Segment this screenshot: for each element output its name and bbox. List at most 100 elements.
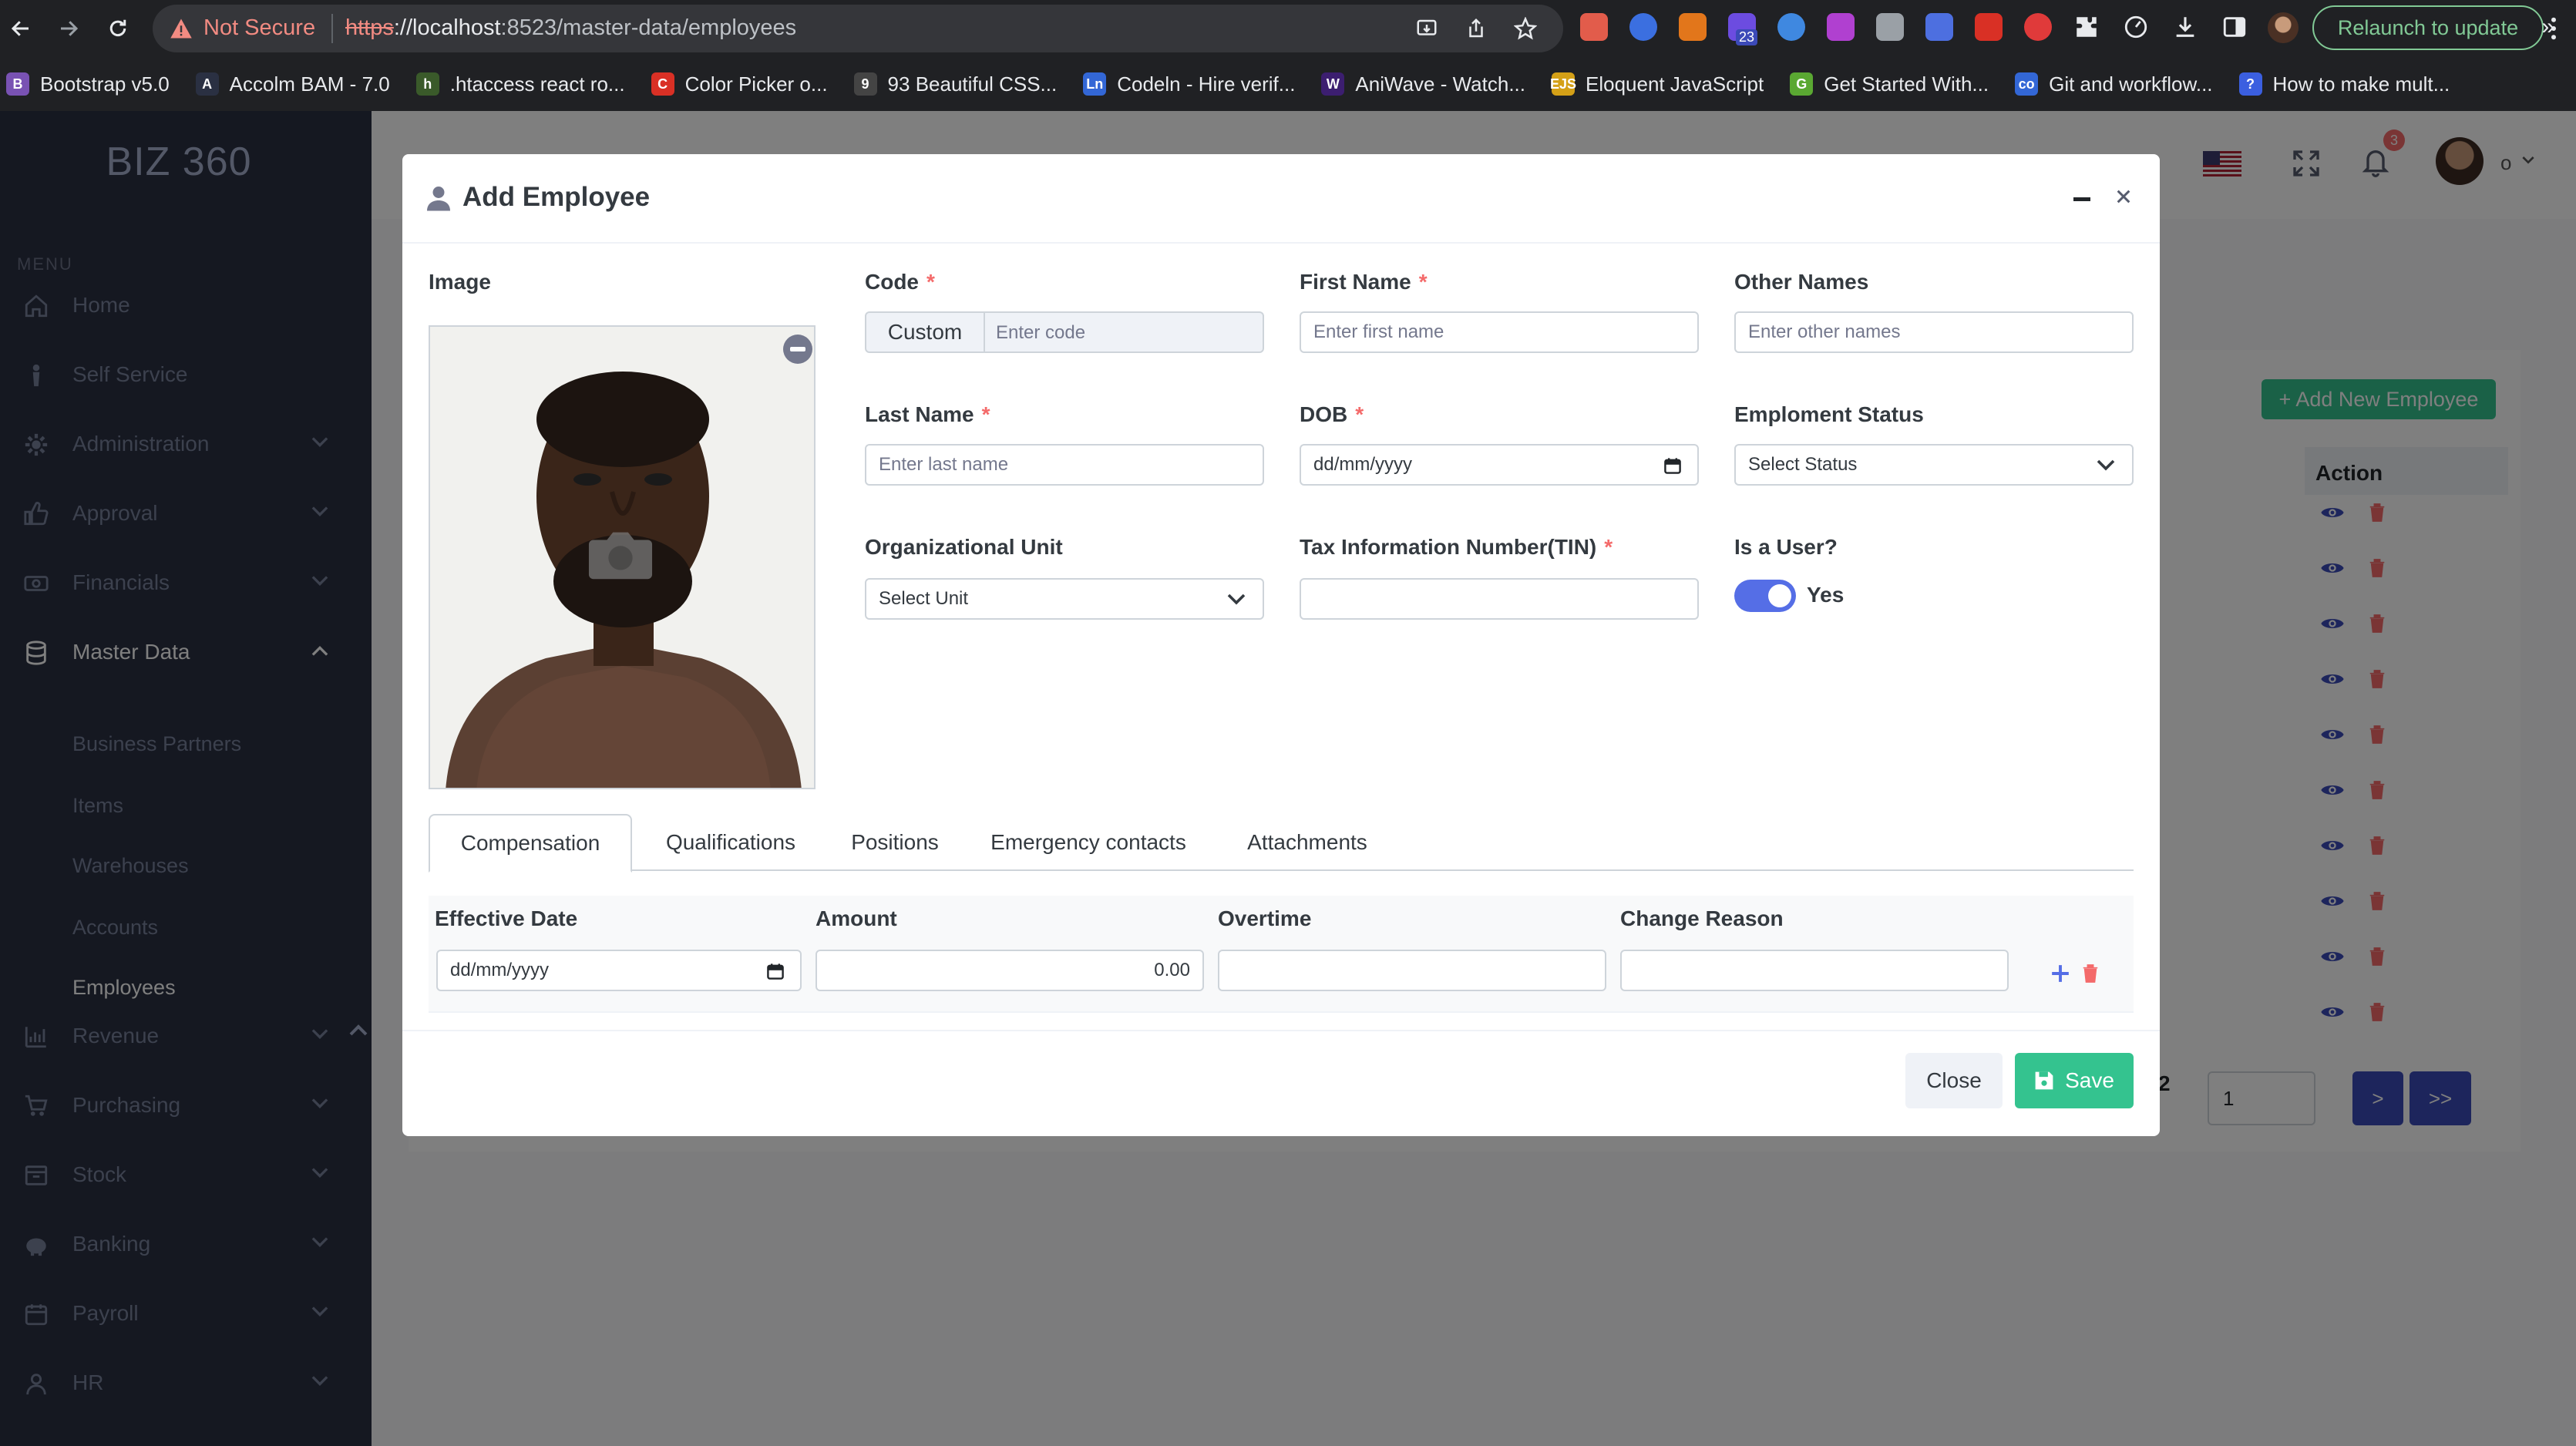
- user-icon: [427, 187, 450, 211]
- profile-avatar[interactable]: [2268, 12, 2299, 43]
- extension-icon[interactable]: [1925, 13, 1953, 41]
- overtime-input[interactable]: [1218, 950, 1606, 991]
- share-icon[interactable]: [1465, 17, 1488, 40]
- metamask-icon[interactable]: [1679, 13, 1707, 41]
- bookmark-label: How to make mult...: [2272, 72, 2450, 96]
- employment-status-value: Select Status: [1748, 454, 1858, 475]
- bookmark-item[interactable]: A Accolm BAM - 7.0: [195, 72, 390, 96]
- dob-label: DOB *: [1300, 402, 1364, 426]
- code-input[interactable]: Enter code: [996, 322, 1085, 344]
- address-bar[interactable]: Not Secure https://localhost:8523/master…: [153, 5, 1563, 52]
- bookmark-item[interactable]: C Color Picker o...: [651, 72, 828, 96]
- reload-icon[interactable]: [100, 11, 136, 46]
- other-names-input[interactable]: Enter other names: [1734, 311, 2134, 353]
- employee-detail-tabs: Compensation Qualifications Positions Em…: [429, 814, 2134, 873]
- org-unit-select[interactable]: Select Unit: [865, 578, 1264, 620]
- bookmark-item[interactable]: W AniWave - Watch...: [1321, 72, 1525, 96]
- is-user-toggle[interactable]: [1734, 580, 1796, 612]
- bookmark-favicon: 9: [853, 72, 877, 96]
- bookmarks-bar: B Bootstrap v5.0 A Accolm BAM - 7.0 h .htacce…: [0, 57, 2576, 111]
- browser-toolbar: Not Secure https://localhost:8523/master…: [0, 0, 2576, 57]
- column-header: Effective Date: [435, 906, 578, 930]
- extension-icon[interactable]: [1876, 13, 1904, 41]
- bookmark-favicon: W: [1321, 72, 1345, 96]
- first-name-input[interactable]: Enter first name: [1300, 311, 1699, 353]
- bookmark-label: Accolm BAM - 7.0: [229, 72, 390, 96]
- amount-input[interactable]: 0.00: [816, 950, 1204, 991]
- calendar-icon[interactable]: [1663, 456, 1682, 475]
- bookmark-favicon: A: [195, 72, 219, 96]
- tab-qualifications[interactable]: Qualifications: [632, 814, 829, 871]
- column-header: Amount: [816, 906, 897, 930]
- org-unit-value: Select Unit: [879, 588, 969, 609]
- tab-positions[interactable]: Positions: [829, 814, 960, 871]
- modal-footer-divider: [402, 1030, 2160, 1031]
- extension-icon[interactable]: [2024, 13, 2052, 41]
- other-names-label: Other Names: [1734, 270, 1869, 294]
- forward-icon[interactable]: [51, 11, 86, 46]
- download-icon[interactable]: [2172, 14, 2198, 40]
- change-reason-input[interactable]: [1620, 950, 2009, 991]
- bookmark-favicon: G: [1790, 72, 1814, 96]
- bookmark-item[interactable]: B Bootstrap v5.0: [6, 72, 170, 96]
- bookmark-label: AniWave - Watch...: [1355, 72, 1525, 96]
- bookmark-star-icon[interactable]: [1514, 17, 1537, 40]
- bookmark-item[interactable]: co Git and workflow...: [2015, 72, 2213, 96]
- column-header: Overtime: [1218, 906, 1312, 930]
- bookmark-item[interactable]: 9 93 Beautiful CSS...: [853, 72, 1058, 96]
- extension-icon[interactable]: [1975, 13, 2003, 41]
- close-icon[interactable]: [2115, 188, 2132, 205]
- performance-icon[interactable]: [2123, 14, 2149, 40]
- tab-emergency-contacts[interactable]: Emergency contacts: [960, 814, 1216, 871]
- dob-input[interactable]: dd/mm/yyyy: [1300, 444, 1699, 486]
- extension-icon[interactable]: [1777, 13, 1805, 41]
- code-custom-addon[interactable]: Custom: [866, 313, 985, 351]
- tab-compensation[interactable]: Compensation: [429, 814, 632, 873]
- modal-header: Add Employee: [402, 154, 2160, 244]
- employment-status-select[interactable]: Select Status: [1734, 444, 2134, 486]
- side-panel-icon[interactable]: [2221, 14, 2248, 40]
- back-icon[interactable]: [3, 11, 39, 46]
- puzzle-icon[interactable]: [2073, 14, 2100, 40]
- chevron-down-icon: [1227, 594, 1246, 605]
- bookmark-favicon: EJS: [1550, 72, 1576, 96]
- bookmark-label: Eloquent JavaScript: [1586, 72, 1764, 96]
- install-app-icon[interactable]: [1415, 17, 1438, 40]
- bookmarks-overflow[interactable]: »: [2541, 14, 2554, 40]
- bookmark-item[interactable]: G Get Started With...: [1790, 72, 1989, 96]
- remove-photo-icon[interactable]: [783, 335, 812, 364]
- close-button[interactable]: Close: [1905, 1053, 2003, 1108]
- bookmark-label: .htaccess react ro...: [449, 72, 625, 96]
- bookmark-label: 93 Beautiful CSS...: [887, 72, 1058, 96]
- relaunch-button[interactable]: Relaunch to update: [2312, 5, 2544, 50]
- trash-icon[interactable]: [2081, 963, 2100, 984]
- not-secure-label[interactable]: Not Secure: [203, 15, 315, 41]
- add-row-icon[interactable]: [2050, 963, 2070, 984]
- calendar-icon[interactable]: [766, 962, 785, 980]
- bookmark-favicon: co: [2015, 72, 2039, 96]
- tin-input[interactable]: [1300, 578, 1699, 620]
- bookmark-favicon: C: [651, 72, 674, 96]
- bookmark-favicon: ?: [2238, 72, 2262, 96]
- extension-icon[interactable]: [1580, 13, 1608, 41]
- bookmark-item[interactable]: EJS Eloquent JavaScript: [1550, 72, 1764, 96]
- url-text[interactable]: https://localhost:8523/master-data/emplo…: [345, 15, 796, 41]
- extension-icon[interactable]: [1629, 13, 1657, 41]
- add-employee-modal: Add Employee Image Code * Custom Enter co…: [402, 154, 2160, 1136]
- save-button[interactable]: Save: [2015, 1053, 2134, 1108]
- first-name-label: First Name *: [1300, 270, 1428, 294]
- modal-title: Add Employee: [462, 182, 651, 212]
- last-name-input[interactable]: Enter last name: [865, 444, 1264, 486]
- save-icon: [2035, 1071, 2053, 1090]
- effective-date-input[interactable]: dd/mm/yyyy: [436, 950, 802, 991]
- camera-icon[interactable]: [587, 527, 654, 583]
- extension-icon[interactable]: [1827, 13, 1855, 41]
- tab-attachments[interactable]: Attachments: [1216, 814, 1398, 871]
- last-name-label: Last Name *: [865, 402, 990, 426]
- bookmark-item[interactable]: Ln Codeln - Hire verif...: [1083, 72, 1295, 96]
- bookmark-item[interactable]: ? How to make mult...: [2238, 72, 2450, 96]
- bookmark-item[interactable]: h .htaccess react ro...: [415, 72, 625, 96]
- code-input-group: Custom Enter code: [865, 311, 1264, 353]
- bookmark-label: Color Picker o...: [684, 72, 828, 96]
- minimize-icon[interactable]: [2073, 197, 2090, 201]
